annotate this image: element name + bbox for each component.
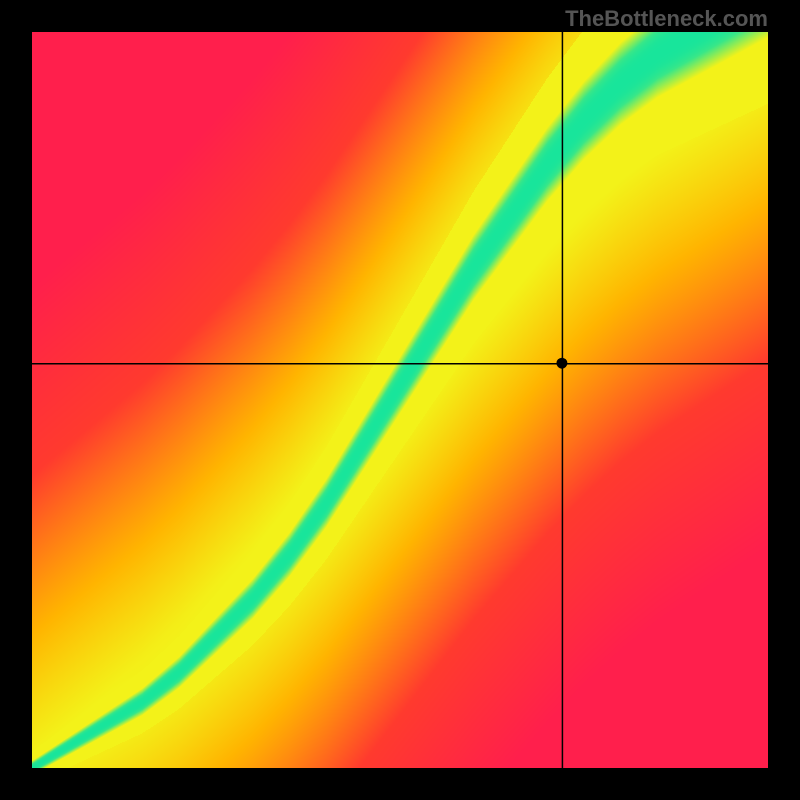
chart-container: TheBottleneck.com — [0, 0, 800, 800]
heatmap-canvas — [32, 32, 768, 768]
plot-area — [32, 32, 768, 768]
watermark-text: TheBottleneck.com — [565, 6, 768, 32]
